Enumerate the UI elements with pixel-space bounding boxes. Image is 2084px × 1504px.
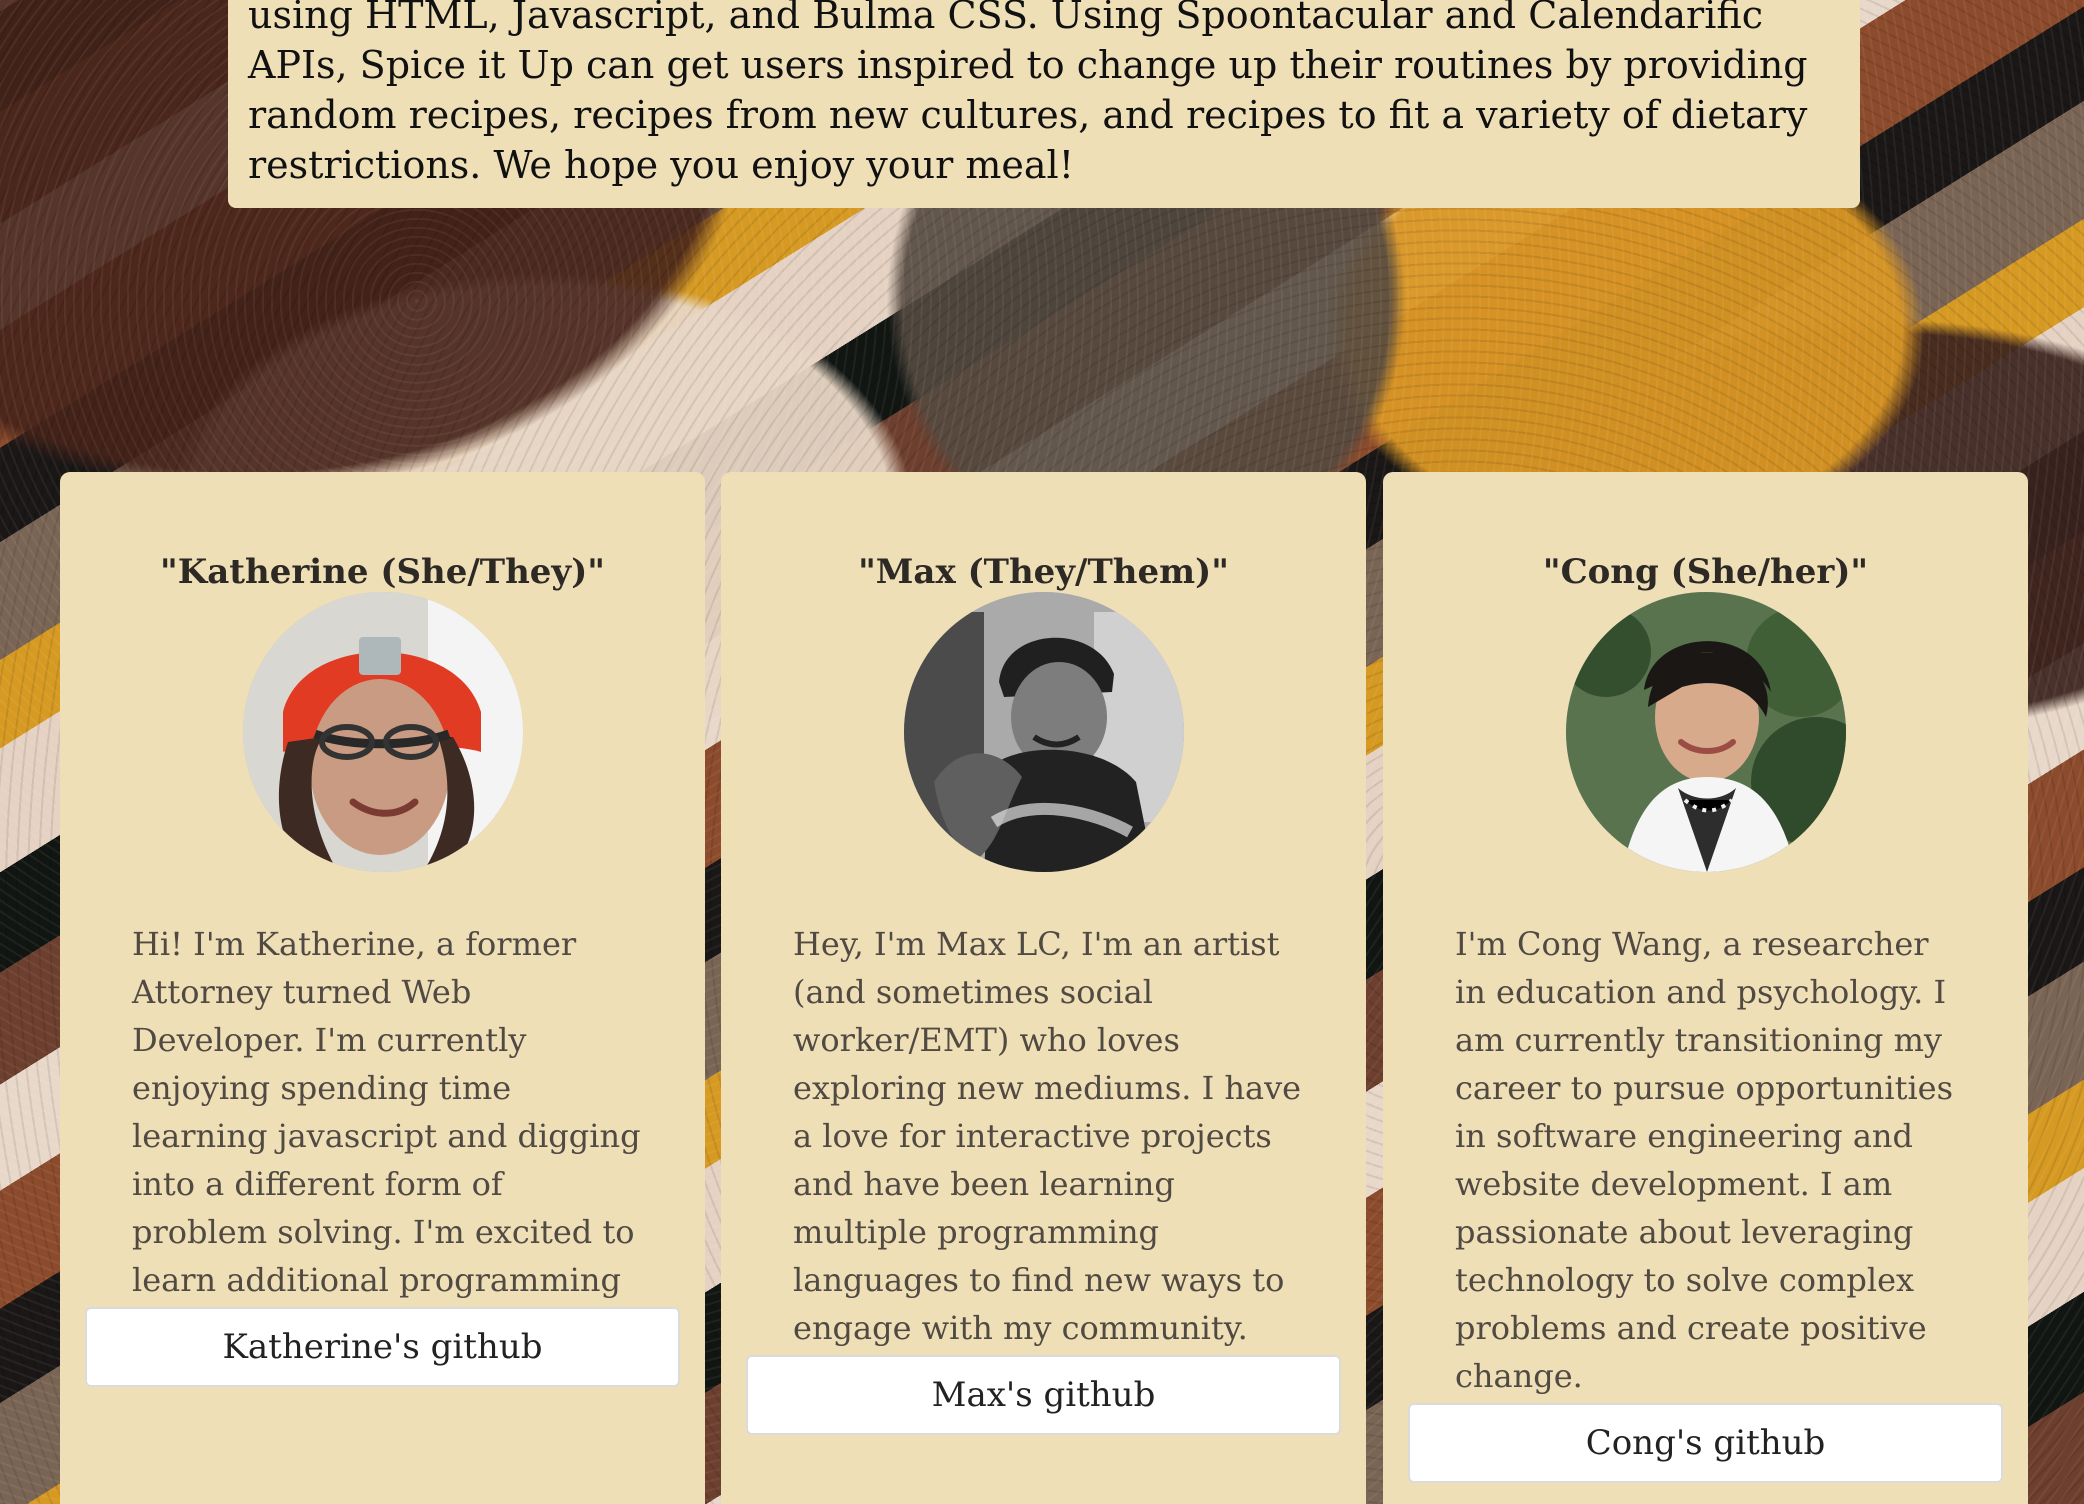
avatar-cong [1566, 592, 1846, 872]
avatar-max [904, 592, 1184, 872]
team-card-cong: "Cong (She/her)" I'm Cong Wang, a resear… [1383, 472, 2028, 1504]
team-card-max: "Max (They/Them)" Hey, I'm Max LC, I'm a… [721, 472, 1366, 1504]
team-member-name: "Max (They/Them)" [858, 552, 1229, 593]
avatar-katherine [243, 592, 523, 872]
team-member-name: "Cong (She/her)" [1542, 552, 1869, 593]
team-member-bio: I'm Cong Wang, a researcher in education… [1455, 925, 1954, 1395]
katherine-github-button[interactable]: Katherine's github [85, 1307, 680, 1387]
max-github-button[interactable]: Max's github [746, 1355, 1341, 1435]
team-member-bio: Hey, I'm Max LC, I'm an artist (and some… [793, 925, 1302, 1347]
team-cards: "Katherine (She/They)" Hi! I'm Katherine… [60, 472, 2029, 1504]
cong-github-button[interactable]: Cong's github [1408, 1403, 2003, 1483]
team-card-katherine: "Katherine (She/They)" Hi! I'm Katherine… [60, 472, 705, 1504]
project-description-panel: using HTML, Javascript, and Bulma CSS. U… [228, 0, 1860, 208]
about-page: using HTML, Javascript, and Bulma CSS. U… [0, 0, 2084, 1504]
team-member-bio: Hi! I'm Katherine, a former Attorney tur… [132, 925, 641, 1347]
project-description: using HTML, Javascript, and Bulma CSS. U… [248, 0, 1808, 187]
team-member-name: "Katherine (She/They)" [160, 552, 605, 593]
